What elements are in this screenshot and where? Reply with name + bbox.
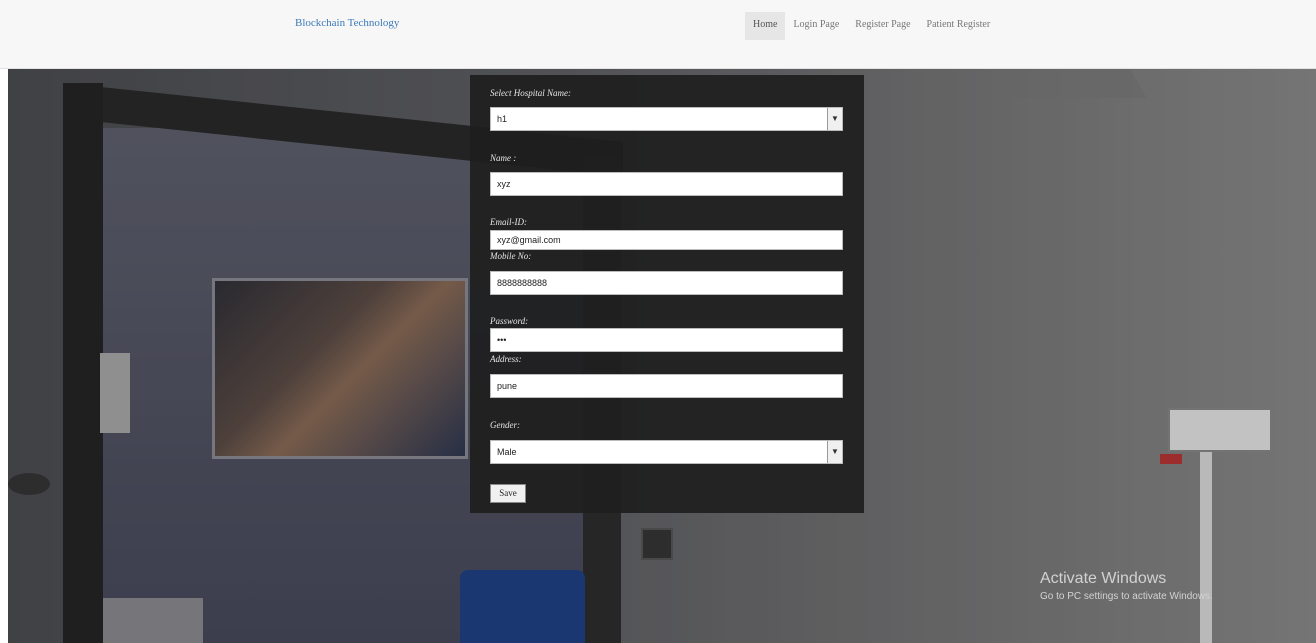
address-label: Address:: [490, 354, 522, 364]
hospital-select[interactable]: h1 ▼: [490, 107, 843, 131]
gender-label: Gender:: [490, 420, 520, 430]
email-label: Email-ID:: [490, 217, 527, 227]
chevron-down-icon[interactable]: ▼: [827, 441, 842, 463]
nav-patient-register[interactable]: Patient Register: [919, 12, 999, 40]
name-label: Name :: [490, 153, 517, 163]
name-field[interactable]: xyz: [490, 172, 843, 196]
password-field[interactable]: •••: [490, 328, 843, 352]
watermark-title: Activate Windows: [1040, 570, 1167, 587]
nav-login-page[interactable]: Login Page: [785, 12, 847, 40]
gender-select-value: Male: [497, 447, 517, 457]
mobile-label: Mobile No:: [490, 251, 532, 261]
address-field[interactable]: pune: [490, 374, 843, 398]
email-field[interactable]: xyz@gmail.com: [490, 230, 843, 250]
password-label: Password:: [490, 316, 529, 326]
chevron-down-icon[interactable]: ▼: [827, 108, 842, 130]
nav-register-page[interactable]: Register Page: [847, 12, 918, 40]
hospital-select-value: h1: [497, 114, 508, 124]
nav-home[interactable]: Home: [745, 12, 786, 40]
top-navbar: Blockchain Technology Home Login Page Re…: [0, 0, 1316, 69]
patient-register-form: Select Hospital Name: h1 ▼ Name : xyz Em…: [470, 75, 864, 513]
hospital-label: Select Hospital Name:: [490, 88, 571, 98]
gender-select[interactable]: Male ▼: [490, 440, 843, 464]
watermark-subtitle: Go to PC settings to activate Windows.: [1040, 591, 1213, 602]
activate-windows-watermark: Activate Windows Go to PC settings to ac…: [1040, 570, 1213, 602]
mobile-field[interactable]: 8888888888: [490, 271, 843, 295]
nav-menu: Home Login Page Register Page Patient Re…: [745, 12, 998, 40]
brand-link[interactable]: Blockchain Technology: [295, 17, 399, 29]
save-button[interactable]: Save: [490, 484, 526, 503]
